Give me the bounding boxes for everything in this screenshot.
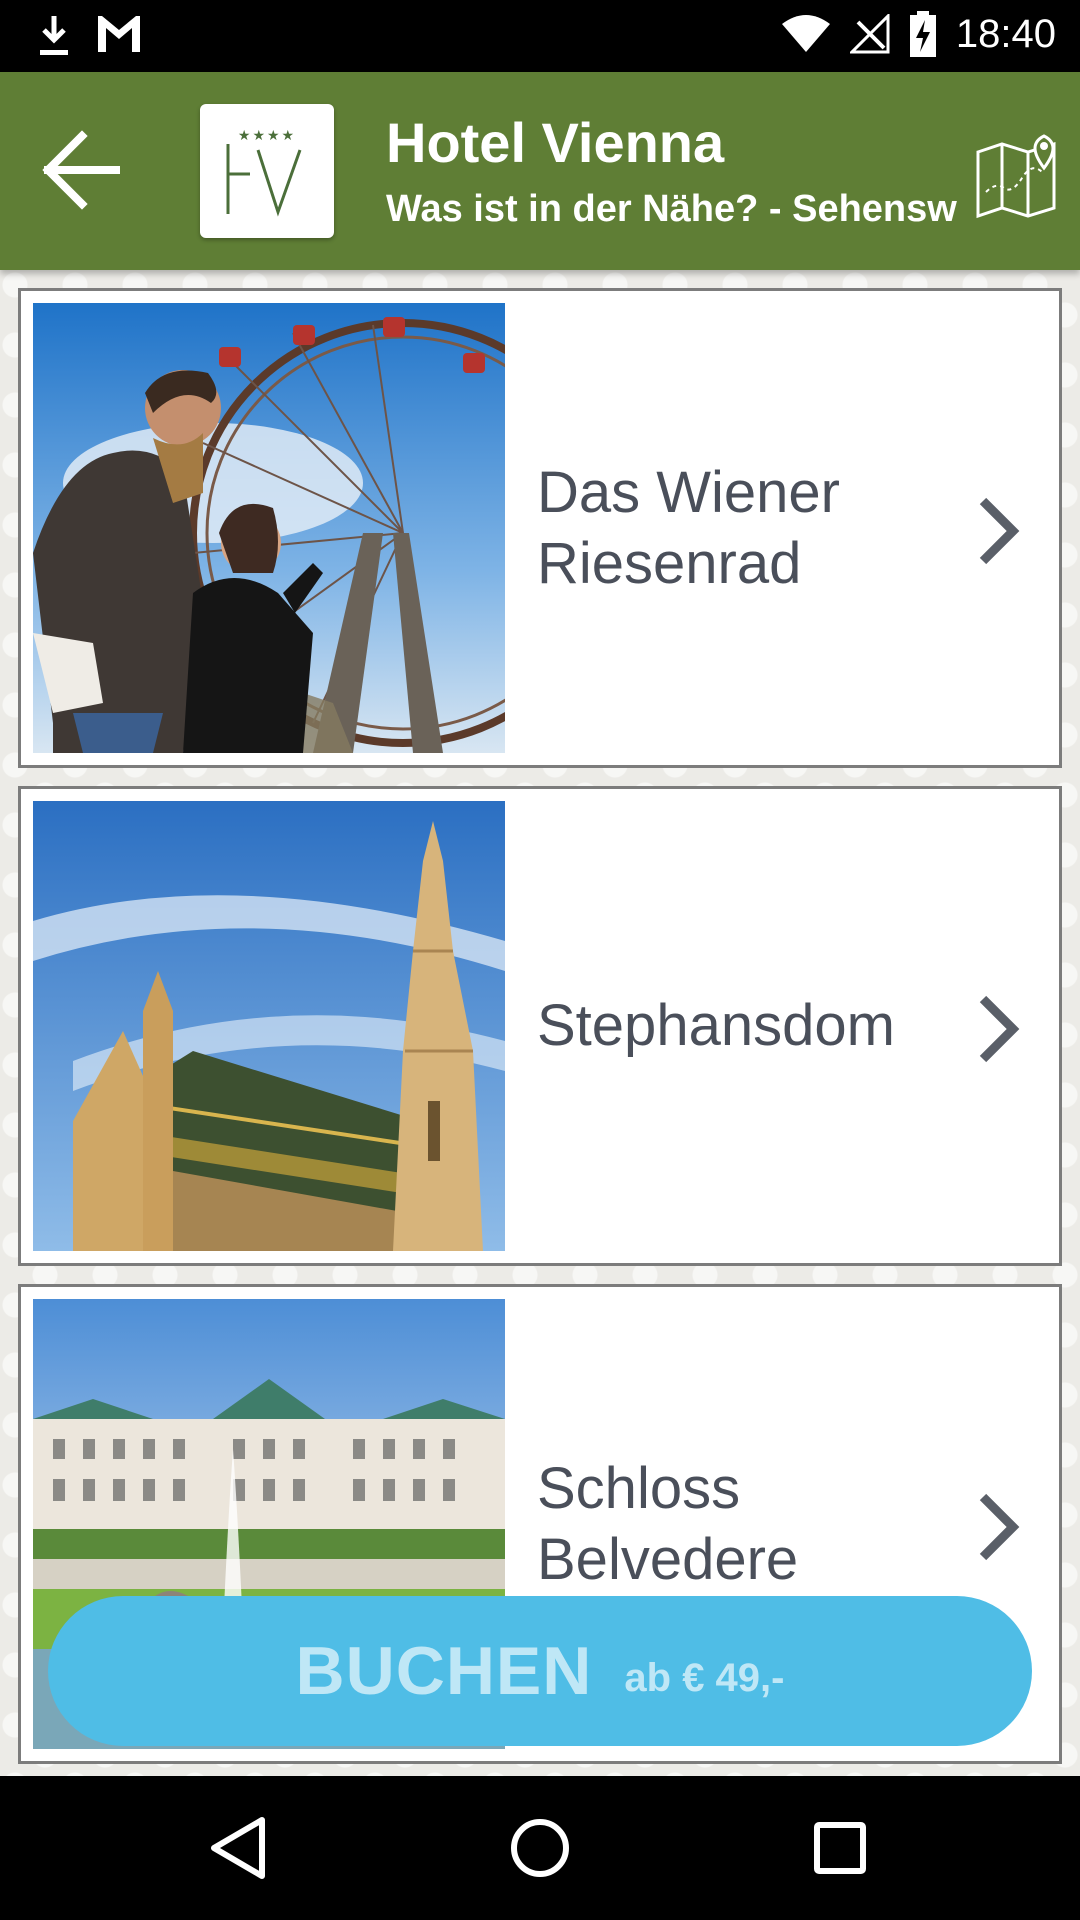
back-triangle-icon [211, 1817, 265, 1879]
places-list: Das Wiener Riesenrad Stephansdom Schloss… [0, 270, 1080, 1776]
battery-charging-icon [909, 11, 936, 57]
hotel-logo: ★★★★ [200, 104, 334, 238]
page-title: Hotel Vienna [386, 112, 725, 174]
chevron-right-icon [979, 1493, 1020, 1561]
status-bar: 18:40 [0, 0, 1080, 72]
nav-recents-button[interactable] [800, 1808, 880, 1888]
list-item-stephansdom[interactable]: Stephansdom [18, 786, 1062, 1266]
cathedral-photo [33, 801, 505, 1251]
place-name: Stephansdom [537, 993, 895, 1059]
chevron-right-icon [979, 995, 1020, 1063]
back-button[interactable] [36, 124, 128, 216]
home-circle-icon [511, 1819, 569, 1877]
gmail-icon [98, 16, 140, 52]
book-label: BUCHEN [295, 1633, 593, 1709]
download-icon [40, 16, 68, 55]
nav-home-button[interactable] [500, 1808, 580, 1888]
chevron-right-icon [979, 497, 1020, 565]
arrow-left-icon [42, 130, 120, 210]
book-price: ab € 49,- [624, 1655, 785, 1700]
map-button[interactable] [972, 122, 1064, 222]
ferris-wheel-photo [33, 303, 505, 753]
signal-icon [849, 14, 890, 54]
wifi-icon [781, 15, 830, 52]
system-nav-bar [0, 1776, 1080, 1920]
place-name: Das Wiener Riesenrad [537, 459, 840, 596]
map-pin-icon [976, 134, 1056, 219]
book-button[interactable]: BUCHEN ab € 49,- [48, 1596, 1032, 1746]
app-toolbar: ★★★★ Hotel Vienna Was ist in der Nähe? -… [0, 72, 1080, 270]
list-item-riesenrad[interactable]: Das Wiener Riesenrad [18, 288, 1062, 768]
status-time: 18:40 [955, 11, 1056, 56]
svg-text:★★★★: ★★★★ [238, 128, 296, 144]
nav-back-button[interactable] [200, 1808, 280, 1888]
page-subtitle: Was ist in der Nähe? - Sehensw [386, 187, 957, 230]
recents-square-icon [814, 1822, 866, 1874]
